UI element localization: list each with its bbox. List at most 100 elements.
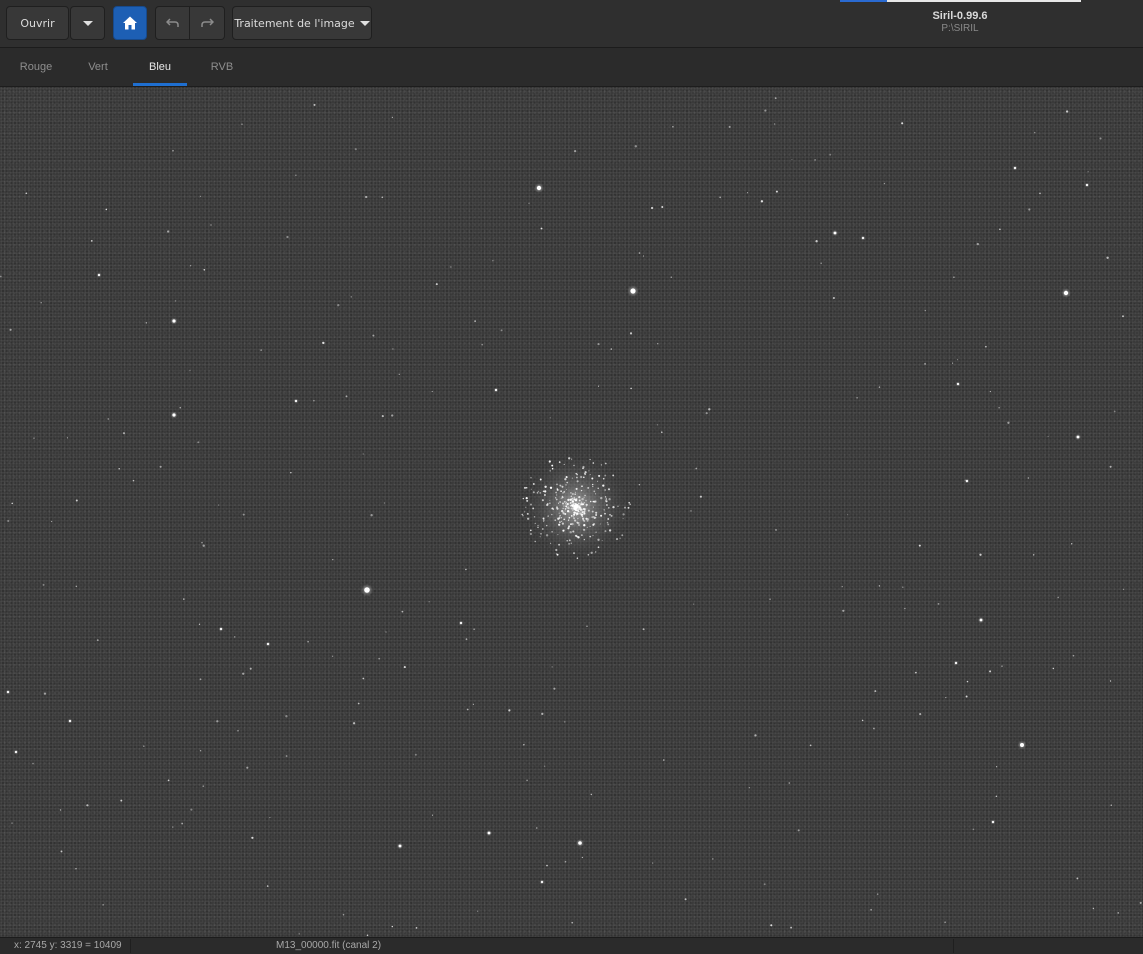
star (578, 511, 580, 513)
star (11, 502, 13, 505)
star (561, 502, 565, 505)
star (775, 528, 777, 531)
star (1001, 665, 1003, 667)
tab-rvb[interactable]: RVB (204, 48, 240, 86)
star (699, 495, 702, 498)
star (540, 880, 544, 884)
star (998, 407, 1000, 409)
star (577, 504, 579, 506)
star (577, 536, 580, 539)
star (617, 505, 619, 508)
star (175, 300, 177, 302)
star (560, 517, 562, 519)
star (627, 506, 630, 509)
star (996, 766, 998, 768)
star (522, 514, 524, 517)
channel-tab-bar: Rouge Vert Bleu RVB (0, 48, 1143, 87)
star (1110, 804, 1112, 806)
star (791, 158, 793, 161)
star (596, 480, 599, 482)
star (530, 488, 532, 490)
star (586, 519, 589, 522)
star (545, 524, 548, 527)
star (600, 514, 603, 517)
star (820, 262, 823, 265)
tab-vert[interactable]: Vert (80, 48, 116, 86)
star (159, 465, 162, 468)
star (847, 514, 849, 516)
star (562, 529, 565, 532)
tab-rouge[interactable]: Rouge (14, 48, 58, 86)
star (33, 437, 35, 439)
star (609, 513, 611, 516)
star (541, 712, 544, 716)
star (285, 715, 288, 718)
star (494, 388, 498, 392)
star (431, 391, 433, 393)
home-button[interactable] (113, 6, 147, 40)
star (563, 505, 565, 507)
star (66, 437, 68, 439)
star (172, 826, 174, 828)
star (90, 240, 93, 242)
star (555, 506, 559, 509)
star (788, 782, 791, 784)
star (576, 476, 578, 479)
status-divider (130, 939, 131, 953)
star (684, 898, 687, 901)
star (241, 123, 243, 125)
star (1007, 421, 1010, 424)
star (532, 491, 535, 494)
star (790, 926, 793, 929)
star (578, 502, 580, 505)
star (965, 480, 968, 483)
star (878, 386, 881, 388)
star (210, 224, 212, 226)
star (956, 382, 960, 386)
star (606, 521, 609, 524)
window-title: Siril-0.99.6 (932, 10, 988, 22)
star (764, 109, 767, 112)
star (747, 192, 749, 194)
star (944, 921, 946, 923)
star (172, 413, 176, 417)
undo-button[interactable] (155, 6, 190, 40)
star (595, 511, 598, 514)
siril-window: Ouvrir Traitement de l'image Siril-0.99.… (0, 0, 1143, 954)
open-button[interactable]: Ouvrir (6, 6, 69, 40)
star (477, 910, 479, 912)
star (465, 638, 468, 641)
star (555, 548, 558, 552)
star (918, 544, 921, 547)
star (584, 529, 586, 531)
star (567, 519, 570, 521)
star (598, 474, 601, 477)
star (583, 510, 586, 513)
star (972, 828, 975, 831)
star (672, 126, 674, 128)
star (599, 523, 601, 525)
star (569, 502, 572, 504)
star (989, 390, 992, 393)
star (542, 519, 545, 522)
star (964, 479, 966, 481)
star (615, 538, 619, 541)
star (663, 759, 665, 761)
star (533, 516, 536, 518)
star (719, 196, 722, 199)
open-menu-button[interactable] (70, 6, 105, 40)
image-viewport[interactable] (0, 87, 1143, 937)
star (564, 860, 567, 863)
image-processing-menu-button[interactable]: Traitement de l'image (232, 6, 372, 40)
star (576, 512, 579, 514)
star (770, 924, 773, 927)
tab-bleu[interactable]: Bleu (133, 48, 187, 86)
star (561, 485, 564, 488)
redo-button[interactable] (190, 6, 225, 40)
star (1033, 131, 1036, 134)
star (541, 499, 544, 502)
star (1065, 110, 1069, 113)
star (797, 829, 800, 832)
star (593, 500, 596, 503)
star (294, 399, 298, 403)
